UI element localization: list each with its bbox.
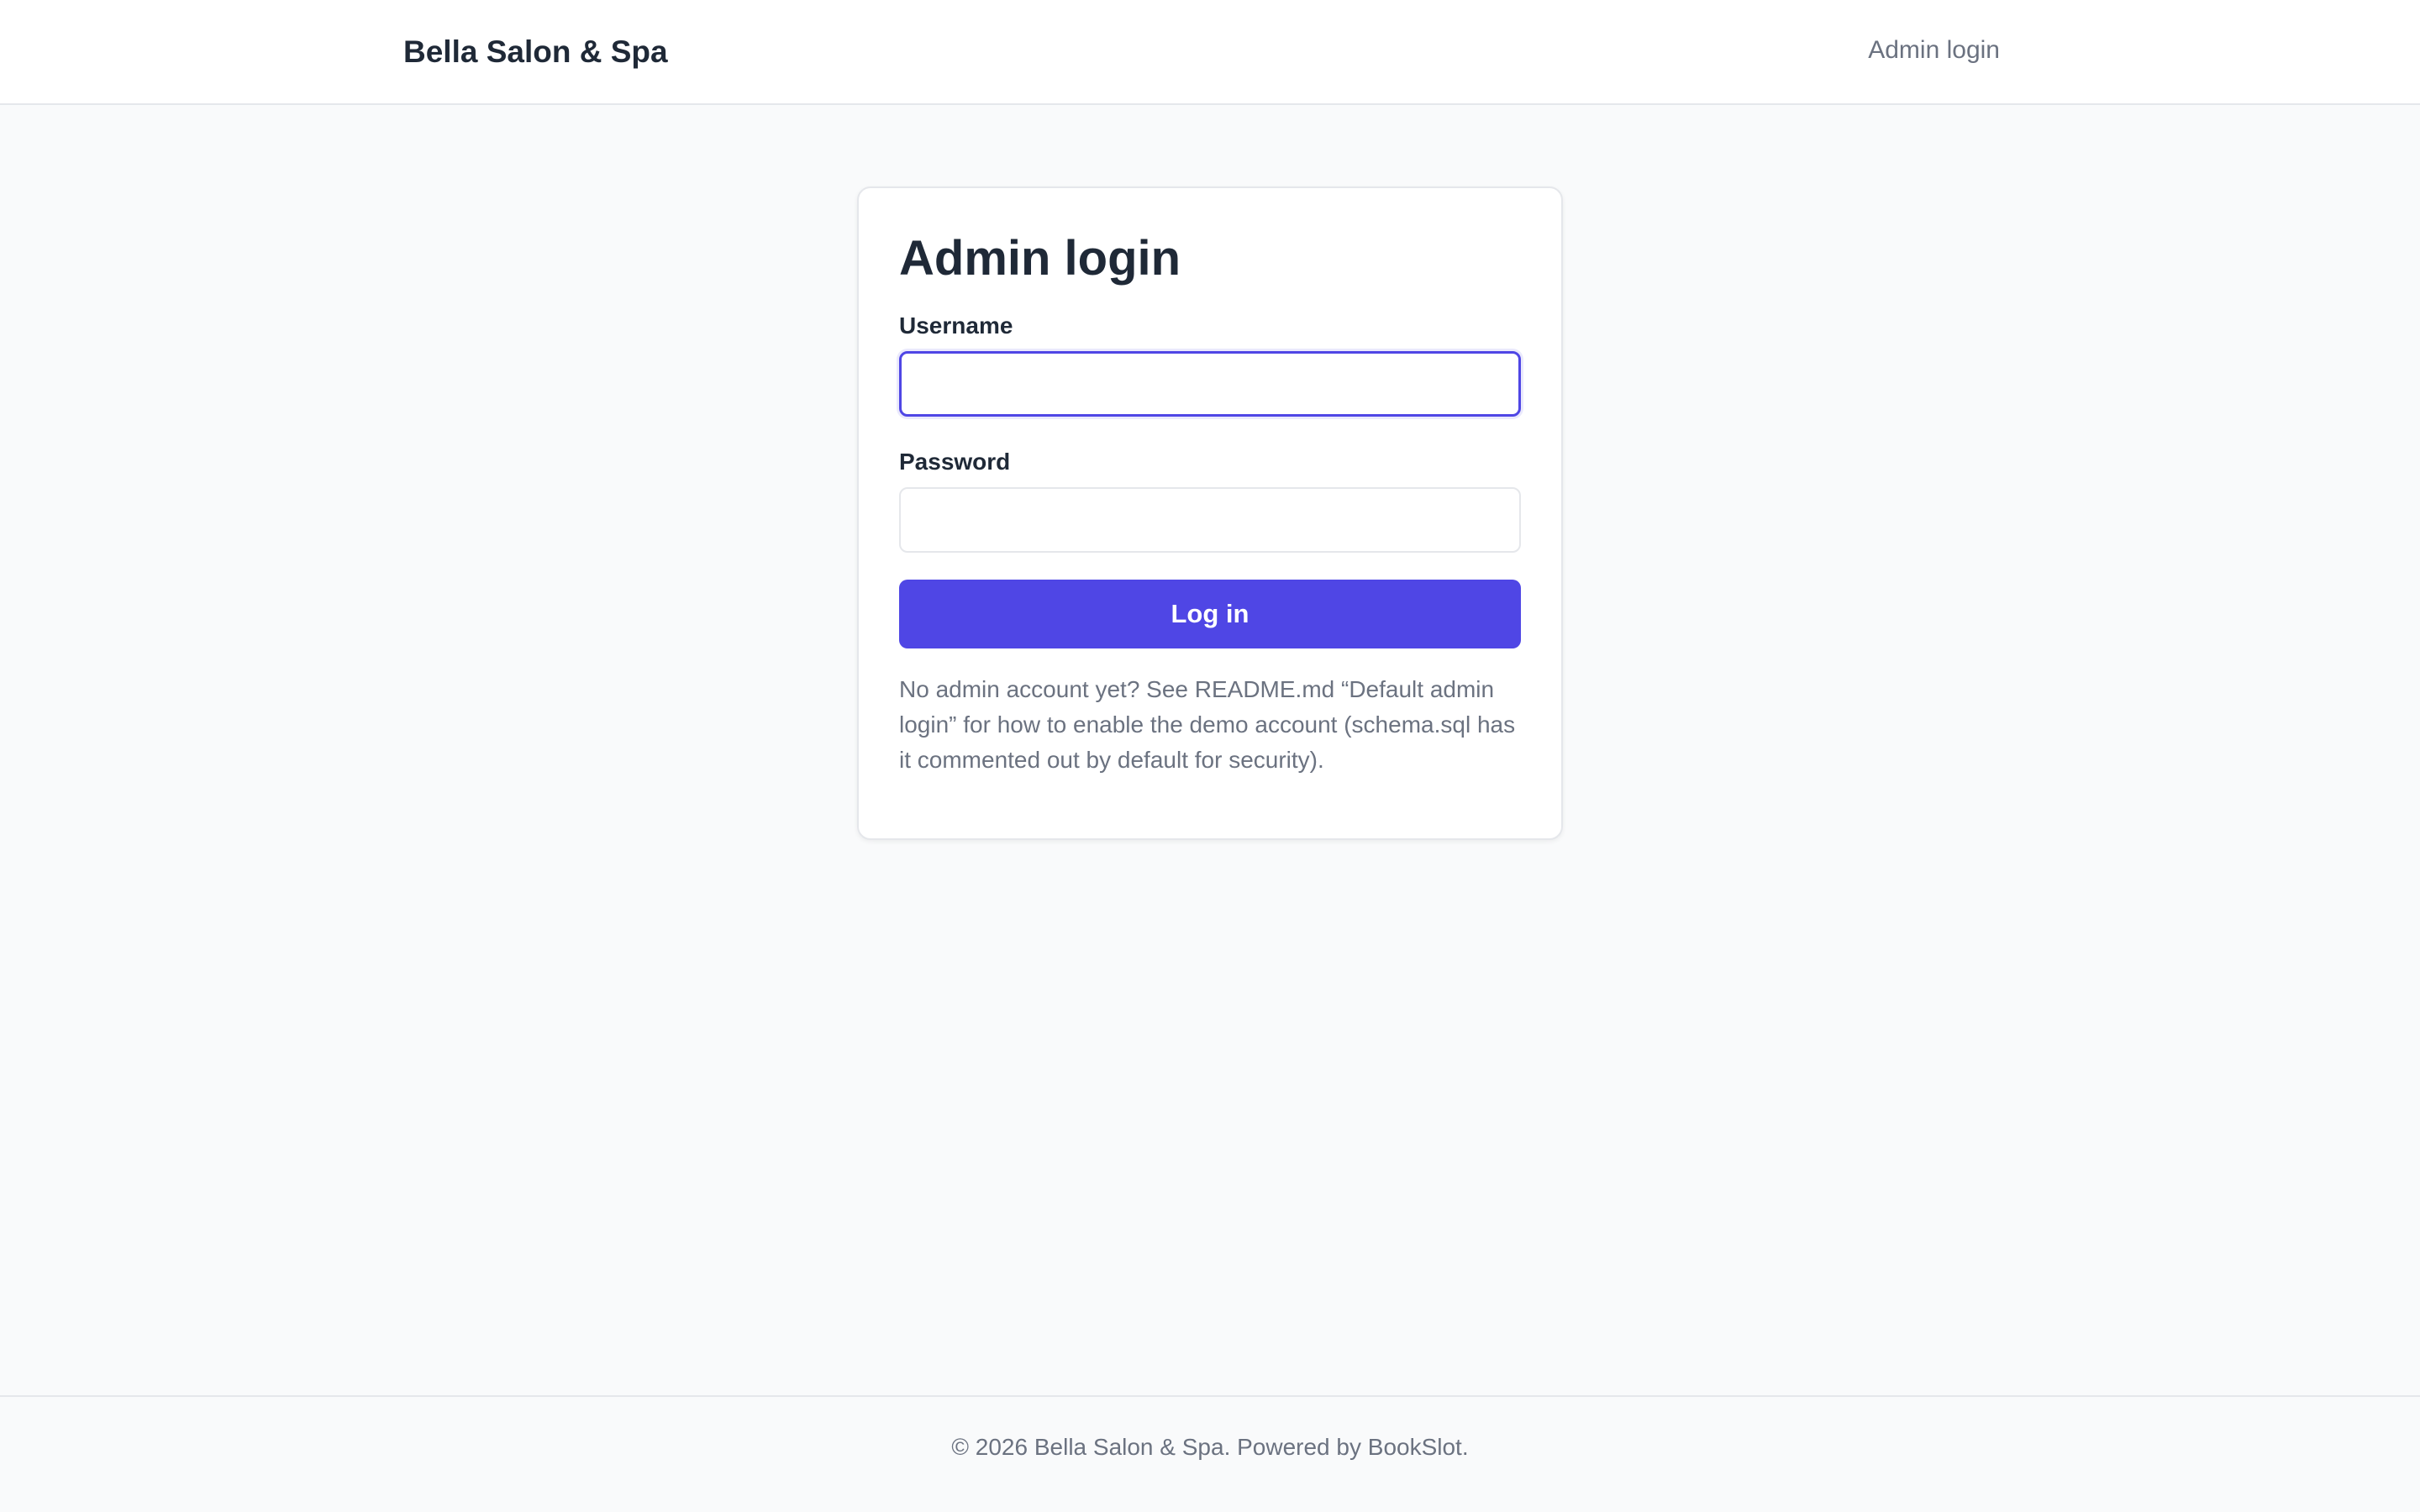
username-label: Username [899,312,1013,339]
site-footer: © 2026 Bella Salon & Spa. Powered by Boo… [0,1395,2420,1512]
nav-admin-login-link[interactable]: Admin login [1868,34,2000,67]
password-input[interactable] [899,487,1521,553]
footer-text: © 2026 Bella Salon & Spa. Powered by Boo… [951,1434,1469,1460]
help-text: No admin account yet? See README.md “Def… [899,676,1516,773]
site-header: Bella Salon & Spa Admin login [0,0,2420,105]
username-input[interactable] [899,351,1521,417]
login-card: Admin login Username Password Log in No … [857,186,1563,840]
login-button[interactable]: Log in [899,580,1521,648]
password-label: Password [899,449,1011,475]
page-title: Admin login [899,231,1181,286]
brand-name[interactable]: Bella Salon & Spa [403,32,668,72]
